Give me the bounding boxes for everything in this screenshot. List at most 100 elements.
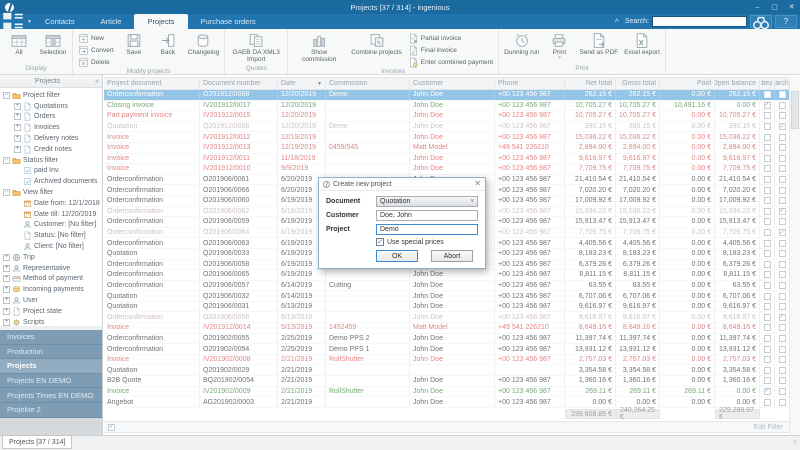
bez-checkbox[interactable] bbox=[763, 366, 771, 374]
arch-checkbox[interactable]: ✓ bbox=[778, 229, 786, 237]
table-row[interactable]: Invoice IV201912/0012 12/19/2019 John Doe +0… bbox=[104, 132, 790, 143]
tree-item-date-from-12-1-2018[interactable]: −Date from: 12/1/2018 bbox=[0, 198, 102, 209]
table-row[interactable]: Orderconfirmation O201906/0057 6/14/2019 Cu… bbox=[104, 280, 790, 292]
arch-checkbox[interactable] bbox=[778, 176, 786, 184]
minus-expander-icon[interactable]: − bbox=[3, 189, 10, 197]
tree-item-archived-documents[interactable]: −Archived documents bbox=[0, 176, 102, 187]
arch-checkbox[interactable] bbox=[778, 281, 786, 289]
plus-expander-icon[interactable]: + bbox=[3, 264, 10, 272]
scrollbar-thumb[interactable] bbox=[791, 91, 799, 129]
plus-expander-icon[interactable]: + bbox=[3, 275, 10, 283]
enter-combined-payment-button[interactable]: Enter combined payment bbox=[405, 56, 496, 68]
nav-item-invoices[interactable]: Invoices bbox=[0, 330, 102, 345]
arch-checkbox[interactable] bbox=[778, 366, 786, 374]
column-header-net-total[interactable]: Net total bbox=[565, 78, 616, 89]
table-row[interactable]: Orderconfirmation O201906/0056 6/13/2019 Jo… bbox=[104, 312, 790, 324]
minus-expander-icon[interactable]: − bbox=[3, 156, 10, 164]
use-special-prices-checkbox[interactable]: ✓ bbox=[376, 238, 384, 246]
excel-export-button[interactable]: Excel export bbox=[621, 30, 663, 56]
table-row[interactable]: B2B Quote BQ201902/0054 2/21/2019 John Doe +… bbox=[104, 376, 790, 387]
minus-expander-icon[interactable]: − bbox=[3, 91, 10, 99]
plus-expander-icon[interactable]: + bbox=[3, 307, 10, 315]
tab-purchase-orders[interactable]: Purchase orders bbox=[188, 14, 269, 29]
tree-item-quotations[interactable]: + Quotations bbox=[0, 101, 102, 112]
tree-item-status-no-filter[interactable]: −Status: [No filter] bbox=[0, 230, 102, 241]
plus-expander-icon[interactable]: + bbox=[14, 135, 21, 143]
arch-checkbox[interactable] bbox=[778, 197, 786, 205]
arch-checkbox[interactable] bbox=[778, 345, 786, 353]
collapse-ribbon-icon[interactable]: ˄ bbox=[615, 18, 619, 25]
table-row[interactable]: Orderconfirmation O201902/0055 2/25/2019 De… bbox=[104, 333, 790, 345]
arch-checkbox[interactable] bbox=[778, 239, 786, 247]
arch-checkbox[interactable] bbox=[778, 91, 786, 99]
bez-checkbox[interactable]: ✓ bbox=[763, 387, 771, 395]
table-row[interactable]: Quotation Q201912/0058 12/20/2019 Demo John … bbox=[104, 121, 790, 133]
plus-expander-icon[interactable]: + bbox=[3, 253, 10, 261]
search-input[interactable] bbox=[652, 16, 747, 27]
tree-item-incoming-payments[interactable]: + Incoming payments bbox=[0, 284, 102, 295]
arch-checkbox[interactable]: ✓ bbox=[778, 207, 786, 215]
tree-item-customer-no-filter[interactable]: −Customer: [No filter] bbox=[0, 220, 102, 231]
new-button[interactable]: New bbox=[75, 32, 117, 44]
dialog-title-bar[interactable]: Create new project ✕ bbox=[319, 178, 485, 191]
edit-filter-link[interactable]: Edit Filter bbox=[753, 424, 783, 431]
bez-checkbox[interactable] bbox=[763, 176, 771, 184]
bez-checkbox[interactable] bbox=[763, 154, 771, 162]
arch-checkbox[interactable] bbox=[778, 133, 786, 141]
maximize-button[interactable]: ▢ bbox=[766, 0, 783, 14]
all-button[interactable]: All bbox=[2, 30, 36, 56]
column-header-project-document[interactable]: Project document bbox=[104, 78, 200, 89]
column-header-date[interactable]: Date ▼ bbox=[278, 78, 326, 89]
arch-checkbox[interactable] bbox=[778, 292, 786, 300]
help-button[interactable]: ? bbox=[775, 15, 797, 28]
plus-expander-icon[interactable]: + bbox=[3, 318, 10, 326]
tree-item-paid-inv[interactable]: −paid Inv. bbox=[0, 166, 102, 177]
send-as-pdf-button[interactable]: Send as PDF bbox=[576, 30, 621, 56]
column-header-document-number[interactable]: Document number bbox=[200, 78, 278, 89]
table-row[interactable]: Part payment invoice IV201912/0015 12/20/2… bbox=[104, 111, 790, 122]
print-button[interactable]: Print ˅ bbox=[542, 30, 576, 61]
nav-item-projects[interactable]: Projects bbox=[0, 359, 102, 374]
dialog-close-icon[interactable]: ✕ bbox=[474, 180, 481, 188]
bez-checkbox[interactable] bbox=[763, 165, 771, 173]
convert-button[interactable]: Convert bbox=[75, 44, 117, 56]
column-header-open-balance[interactable]: Open balance bbox=[715, 78, 760, 89]
tree-item-user[interactable]: + User bbox=[0, 295, 102, 306]
bez-checkbox[interactable] bbox=[763, 292, 771, 300]
plus-expander-icon[interactable]: + bbox=[3, 297, 10, 305]
tree-item-trip[interactable]: + Trip bbox=[0, 252, 102, 263]
tree-item-representative[interactable]: + Representative bbox=[0, 263, 102, 274]
column-header-phone[interactable]: Phone bbox=[495, 78, 565, 89]
document-select[interactable]: Quotation ˅ bbox=[376, 196, 478, 207]
final-invoice-button[interactable]: Final invoice bbox=[405, 44, 496, 56]
arch-checkbox[interactable] bbox=[778, 260, 786, 268]
arch-checkbox[interactable] bbox=[778, 250, 786, 258]
table-row[interactable]: Invoice IV201912/0011 11/18/2019 John Doe +0… bbox=[104, 153, 790, 165]
table-row[interactable]: Closing invoice IV201912/0017 12/20/2019 Jo… bbox=[104, 100, 790, 112]
changelog-button[interactable]: Changelog bbox=[185, 30, 222, 56]
table-row[interactable]: Invoice IV201912/0014 5/13/2019 1452459 Matt… bbox=[104, 323, 790, 334]
partial-invoice-button[interactable]: Partial invoice bbox=[405, 32, 496, 44]
ok-button[interactable]: OK bbox=[376, 250, 418, 262]
table-row[interactable]: Orderconfirmation O201906/0065 6/19/2019 Jo… bbox=[104, 270, 790, 281]
bez-checkbox[interactable] bbox=[763, 133, 771, 141]
bez-checkbox[interactable] bbox=[763, 229, 771, 237]
arch-checkbox[interactable] bbox=[778, 377, 786, 385]
abort-button[interactable]: Abort bbox=[431, 250, 473, 262]
bez-checkbox[interactable] bbox=[763, 334, 771, 342]
arch-checkbox[interactable]: ✓ bbox=[778, 313, 786, 321]
bez-checkbox[interactable] bbox=[763, 281, 771, 289]
arch-checkbox[interactable] bbox=[778, 398, 786, 406]
minimize-button[interactable]: – bbox=[749, 0, 766, 14]
bez-checkbox[interactable] bbox=[763, 112, 771, 120]
bez-checkbox[interactable] bbox=[763, 260, 771, 268]
bez-checkbox[interactable] bbox=[763, 207, 771, 215]
table-row[interactable]: Invoice IV201912/0013 12/19/2019 0459/545 Ma… bbox=[104, 142, 790, 154]
bez-checkbox[interactable] bbox=[763, 250, 771, 258]
search-button[interactable] bbox=[750, 15, 772, 29]
table-row[interactable]: Orderconfirmation O201912/0068 12/20/2019 D… bbox=[104, 90, 790, 101]
arch-checkbox[interactable] bbox=[778, 271, 786, 279]
combine-projects-button[interactable]: Combine projects bbox=[348, 30, 405, 56]
tree-item-client-no-filter[interactable]: −Client: [No filter] bbox=[0, 241, 102, 252]
column-header-arch[interactable]: arch bbox=[775, 78, 790, 89]
